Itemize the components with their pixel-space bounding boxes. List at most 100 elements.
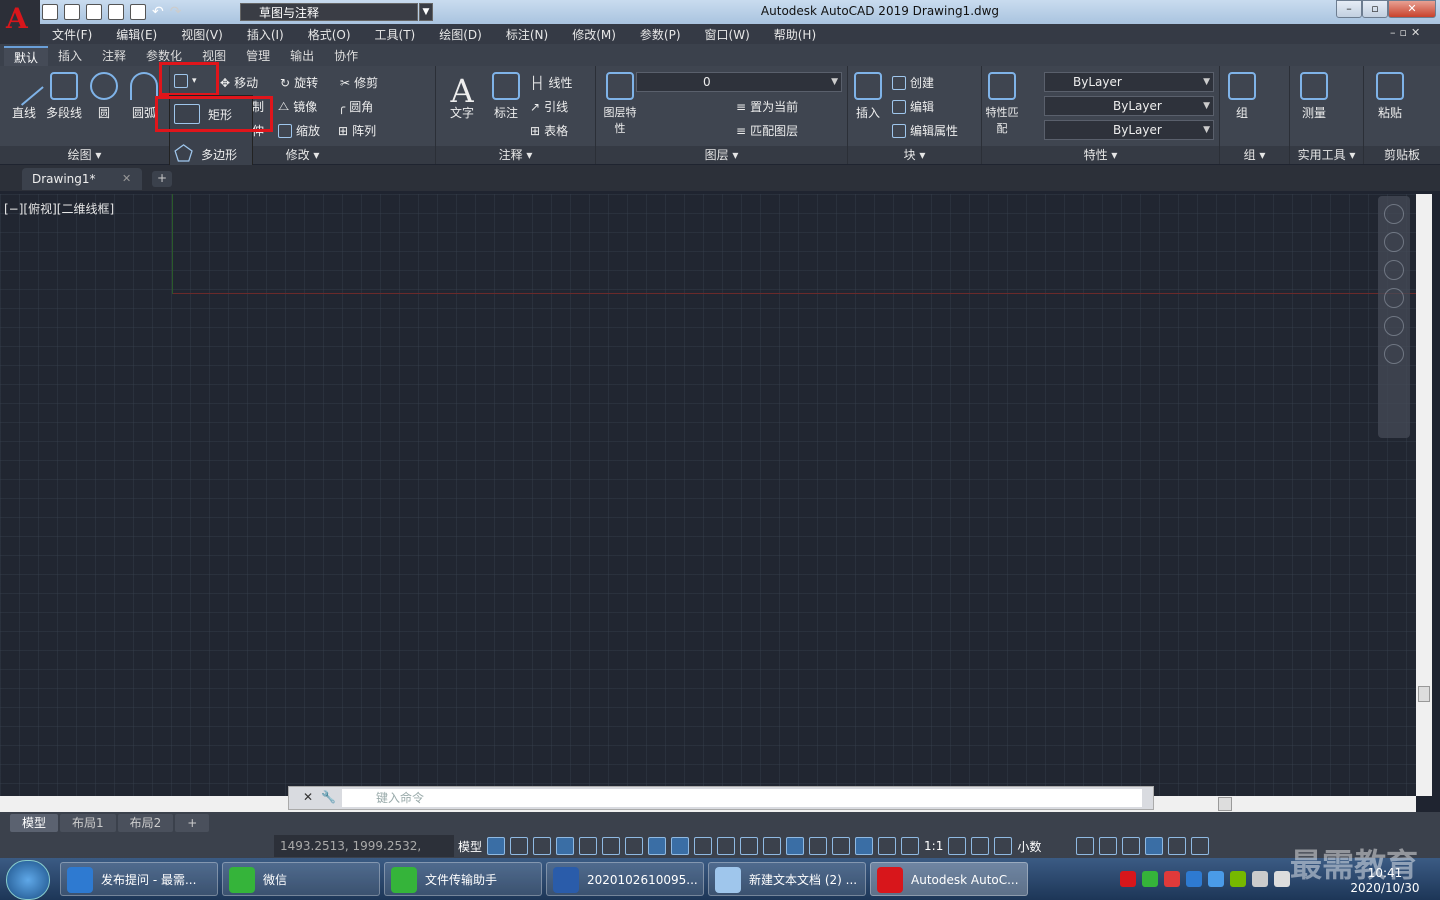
menu-view[interactable]: 视图(V) bbox=[169, 26, 235, 43]
line-button[interactable]: 直线 bbox=[4, 66, 44, 121]
tab-default[interactable]: 默认 bbox=[4, 46, 49, 66]
wechat-tray-icon[interactable] bbox=[1142, 871, 1158, 887]
annotation-monitor-icon[interactable] bbox=[971, 837, 990, 855]
maximize-button[interactable]: ▫ bbox=[1362, 0, 1388, 18]
app-tray-icon[interactable] bbox=[1208, 871, 1224, 887]
nvidia-icon[interactable] bbox=[1230, 871, 1246, 887]
dynamic-input-icon[interactable] bbox=[556, 837, 575, 855]
auto-scale-icon[interactable] bbox=[878, 837, 897, 855]
menu-modify[interactable]: 修改(M) bbox=[560, 26, 628, 43]
color-select[interactable]: ByLayer ▼ bbox=[1044, 72, 1214, 92]
input-method-icon[interactable] bbox=[1120, 871, 1136, 887]
taskbar-item-wechat[interactable]: 微信 bbox=[222, 862, 380, 896]
insert-block-button[interactable]: 插入 bbox=[848, 72, 888, 121]
close-button[interactable]: ✕ bbox=[1388, 0, 1436, 18]
scale-button[interactable]: 缩放 bbox=[278, 122, 320, 139]
quick-properties-icon[interactable] bbox=[1076, 837, 1095, 855]
close-icon[interactable]: ✕ bbox=[122, 172, 131, 185]
lineweight-icon[interactable] bbox=[694, 837, 713, 855]
clean-screen-icon[interactable] bbox=[1168, 837, 1187, 855]
weibo-icon[interactable] bbox=[1164, 871, 1180, 887]
edit-attributes-button[interactable]: 编辑属性 bbox=[892, 122, 958, 139]
menu-insert[interactable]: 插入(I) bbox=[235, 26, 296, 43]
horizontal-scroll-thumb[interactable] bbox=[1218, 797, 1232, 811]
print-icon[interactable] bbox=[130, 4, 146, 20]
viewport-controls-label[interactable]: [−][俯视][二维线框] bbox=[4, 200, 114, 217]
lineweight-select[interactable]: ByLayer ▼ bbox=[1044, 120, 1214, 140]
layout-tab-2[interactable]: 布局2 bbox=[117, 814, 174, 832]
match-layer-button[interactable]: ≡ 匹配图层 bbox=[736, 122, 798, 139]
new-tab-icon[interactable]: + bbox=[152, 171, 172, 187]
coordinates-display[interactable]: 1493.2513, 1999.2532, 0.0000 bbox=[274, 835, 454, 875]
menu-format[interactable]: 格式(O) bbox=[296, 26, 363, 43]
menu-draw[interactable]: 绘图(D) bbox=[427, 26, 494, 43]
security-icon[interactable] bbox=[1186, 871, 1202, 887]
units-value[interactable]: 小数 bbox=[1017, 838, 1071, 855]
layers-panel-title[interactable]: 图层 ▾ bbox=[596, 146, 847, 164]
rotate-button[interactable]: ↻ 旋转 bbox=[280, 74, 318, 91]
dynamic-ucs-icon[interactable] bbox=[786, 837, 805, 855]
edit-block-button[interactable]: 编辑 bbox=[892, 98, 934, 115]
annotation-scale-value[interactable]: 1:1 bbox=[924, 839, 943, 853]
zoom-icon[interactable] bbox=[1384, 288, 1404, 308]
start-button[interactable] bbox=[6, 860, 50, 900]
trim-button[interactable]: ✂ 修剪 bbox=[340, 74, 378, 91]
infer-constraints-icon[interactable] bbox=[533, 837, 552, 855]
utilities-panel-title[interactable]: 实用工具 ▾ bbox=[1290, 146, 1363, 164]
undo-icon[interactable]: ↶ bbox=[152, 4, 164, 20]
orbit-icon[interactable] bbox=[1384, 316, 1404, 336]
polar-icon[interactable] bbox=[602, 837, 621, 855]
pan-icon[interactable] bbox=[1384, 260, 1404, 280]
wrench-icon[interactable]: 🔧 bbox=[321, 790, 336, 804]
network-icon[interactable] bbox=[1252, 871, 1268, 887]
polyline-button[interactable]: 多段线 bbox=[44, 72, 84, 121]
tab-annotate[interactable]: 注释 bbox=[92, 46, 136, 66]
measure-button[interactable]: 测量 bbox=[1294, 72, 1334, 121]
taskbar-item-ie[interactable]: 发布提问 - 最需... bbox=[60, 862, 218, 896]
text-button[interactable]: A 文字 bbox=[442, 72, 482, 121]
menu-parametric[interactable]: 参数(P) bbox=[628, 26, 693, 43]
tab-insert[interactable]: 插入 bbox=[48, 46, 92, 66]
steering-wheel-icon[interactable] bbox=[1384, 232, 1404, 252]
add-layout-icon[interactable]: + bbox=[175, 814, 210, 832]
transparency-icon[interactable] bbox=[717, 837, 736, 855]
isodraft-icon[interactable] bbox=[625, 837, 644, 855]
minimize-button[interactable]: – bbox=[1336, 0, 1362, 18]
leader-button[interactable]: ↗ 引线 bbox=[530, 98, 568, 115]
menu-edit[interactable]: 编辑(E) bbox=[104, 26, 169, 43]
annotation-visibility-icon[interactable] bbox=[855, 837, 874, 855]
hardware-acceleration-icon[interactable] bbox=[1145, 837, 1164, 855]
taskbar-item-file-transfer[interactable]: 文件传输助手 bbox=[384, 862, 542, 896]
layout-tab-1[interactable]: 布局1 bbox=[60, 814, 116, 832]
annotation-panel-title[interactable]: 注释 ▾ bbox=[436, 146, 595, 164]
match-properties-button[interactable]: 特性匹配 bbox=[982, 72, 1022, 136]
redo-icon[interactable]: ↷ bbox=[170, 4, 182, 20]
menu-file[interactable]: 文件(F) bbox=[40, 26, 104, 43]
menu-tools[interactable]: 工具(T) bbox=[363, 26, 428, 43]
groups-panel-title[interactable]: 组 ▾ bbox=[1220, 146, 1289, 164]
annotation-scale-icon[interactable] bbox=[901, 837, 920, 855]
save-icon[interactable] bbox=[86, 4, 102, 20]
taskbar-item-document[interactable]: 2020102610095... bbox=[546, 862, 704, 896]
object-snap-tracking-icon[interactable] bbox=[648, 837, 667, 855]
showmotion-icon[interactable] bbox=[1384, 344, 1404, 364]
workspace-dropdown-icon[interactable]: ▼ bbox=[419, 3, 433, 21]
taskbar-item-notepad[interactable]: 新建文本文档 (2) ... bbox=[708, 862, 866, 896]
customization-icon[interactable] bbox=[1191, 837, 1210, 855]
menu-dimension[interactable]: 标注(N) bbox=[494, 26, 560, 43]
workspace-select[interactable]: 草图与注释 bbox=[240, 3, 418, 21]
model-space-toggle[interactable]: 模型 bbox=[458, 838, 482, 855]
tab-collaborate[interactable]: 协作 bbox=[324, 46, 368, 66]
ortho-icon[interactable] bbox=[579, 837, 598, 855]
object-snap-icon[interactable] bbox=[671, 837, 690, 855]
menu-window[interactable]: 窗口(W) bbox=[693, 26, 762, 43]
paste-button[interactable]: 粘贴 bbox=[1370, 72, 1410, 121]
mirror-button[interactable]: ⧍ 镜像 bbox=[278, 98, 317, 115]
layout-tab-model[interactable]: 模型 bbox=[10, 814, 59, 832]
set-current-layer-button[interactable]: ≡ 置为当前 bbox=[736, 98, 798, 115]
3d-osnap-icon[interactable] bbox=[763, 837, 782, 855]
save-as-icon[interactable] bbox=[108, 4, 124, 20]
array-button[interactable]: ⊞ 阵列 bbox=[338, 122, 376, 139]
snap-icon[interactable] bbox=[510, 837, 529, 855]
linear-button[interactable]: ├┤ 线性 bbox=[530, 74, 572, 91]
